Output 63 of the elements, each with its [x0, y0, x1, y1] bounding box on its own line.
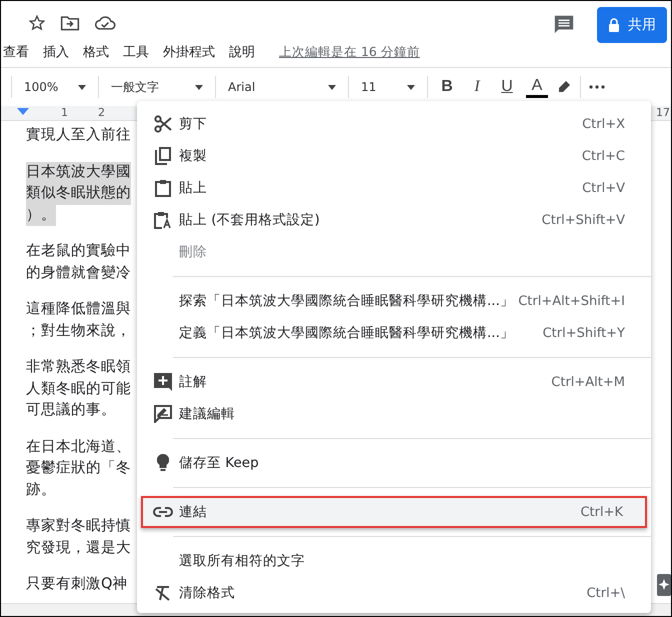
document-text-line: 憂鬱症狀的「冬	[26, 459, 131, 478]
document-text-line: 實現人至入前往	[26, 126, 131, 145]
font-dropdown[interactable]: Arial	[224, 80, 340, 94]
menu-item[interactable]: 說明	[229, 43, 255, 61]
last-edit-link[interactable]: 上次編輯是在 16 分鐘前	[279, 44, 420, 60]
clipboard-icon	[155, 179, 171, 197]
star-icon[interactable]	[28, 14, 46, 32]
format-button[interactable]: A	[526, 76, 548, 98]
suggest-edit-icon	[154, 405, 172, 423]
format-button[interactable]: U	[496, 78, 518, 96]
lightbulb-icon	[157, 454, 169, 472]
menu-item[interactable]: 貼上 Ctrl+V	[137, 172, 651, 204]
scissors-icon	[154, 115, 172, 133]
ruler-number: 1	[61, 106, 68, 119]
ruler-number: 17	[656, 106, 670, 119]
comment-add-icon	[154, 373, 172, 391]
indent-marker-icon[interactable]	[17, 108, 29, 116]
link-icon	[153, 507, 173, 517]
clear-format-icon	[155, 585, 171, 601]
menu-item[interactable]: 插入	[43, 43, 69, 61]
menu-item[interactable]: 儲存至 Keep	[137, 447, 651, 479]
font-size-dropdown[interactable]: 11	[357, 80, 419, 94]
document-text-line: 究發現，還是大	[26, 538, 131, 558]
copy-icon	[155, 147, 171, 165]
clipboard-text-icon	[154, 211, 172, 229]
format-button[interactable]: B	[436, 78, 458, 96]
document-text-line: ；對生物來說，	[26, 322, 131, 340]
lock-icon	[608, 18, 620, 32]
menu-item[interactable]: 剪下 Ctrl+X	[137, 108, 651, 140]
cloud-check-icon[interactable]	[94, 15, 116, 31]
zoom-dropdown[interactable]: 100%	[20, 80, 90, 94]
document-text-line: 的身體就會變冷	[26, 264, 131, 282]
menu-item[interactable]: 註解 Ctrl+Alt+M	[137, 366, 651, 398]
menu-item[interactable]: 複製 Ctrl+C	[137, 140, 651, 172]
document-text-line: 跡。	[26, 480, 56, 500]
highlighter-icon[interactable]	[556, 79, 572, 95]
explore-icon[interactable]	[657, 574, 671, 596]
menu-item[interactable]: 定義「日本筑波大學國際統合睡眠醫科學研究機構...」 Ctrl+Shift+Y	[137, 317, 651, 349]
document-text-line: 人類冬眠的可能	[26, 380, 131, 398]
menu-item[interactable]: 工具	[123, 43, 149, 61]
menu-item[interactable]: 選取所有相符的文字	[137, 545, 651, 577]
menu-item[interactable]: 清除格式 Ctrl+\	[137, 577, 651, 609]
document-text-line: 這種降低體溫與	[26, 300, 131, 319]
document-text-line: 專家對冬眠持慎	[26, 516, 131, 536]
style-dropdown[interactable]: 一般文字	[107, 78, 207, 96]
menu-item[interactable]: 探索「日本筑波大學國際統合睡眠醫科學研究機構...」 Ctrl+Alt+Shift+I	[137, 285, 651, 317]
folder-move-icon[interactable]	[60, 14, 80, 32]
menu-item[interactable]: 格式	[83, 43, 109, 61]
document-text-line: 只要有刺激Q神	[26, 575, 128, 594]
document-text-line: 在日本北海道、	[26, 438, 131, 456]
menu-item[interactable]: 建議編輯	[137, 398, 651, 430]
more-icon[interactable]	[589, 85, 605, 89]
menu-item[interactable]: 查看	[3, 43, 29, 61]
menu-item[interactable]: 外掛程式	[163, 43, 215, 61]
ruler-number: 2	[98, 106, 105, 119]
comment-icon[interactable]	[553, 13, 575, 35]
document-text-line: 可思議的事。	[26, 400, 116, 420]
share-button[interactable]: 共用	[597, 7, 667, 43]
document-text-line: 非常熟悉冬眠領	[26, 358, 131, 377]
highlighted-menu-item[interactable]: 連結 Ctrl+K	[141, 496, 647, 528]
format-button[interactable]: I	[466, 78, 488, 96]
document-text-line: 在老鼠的實驗中	[26, 242, 131, 261]
menu-item[interactable]: 貼上 (不套用格式設定) Ctrl+Shift+V	[137, 204, 651, 236]
